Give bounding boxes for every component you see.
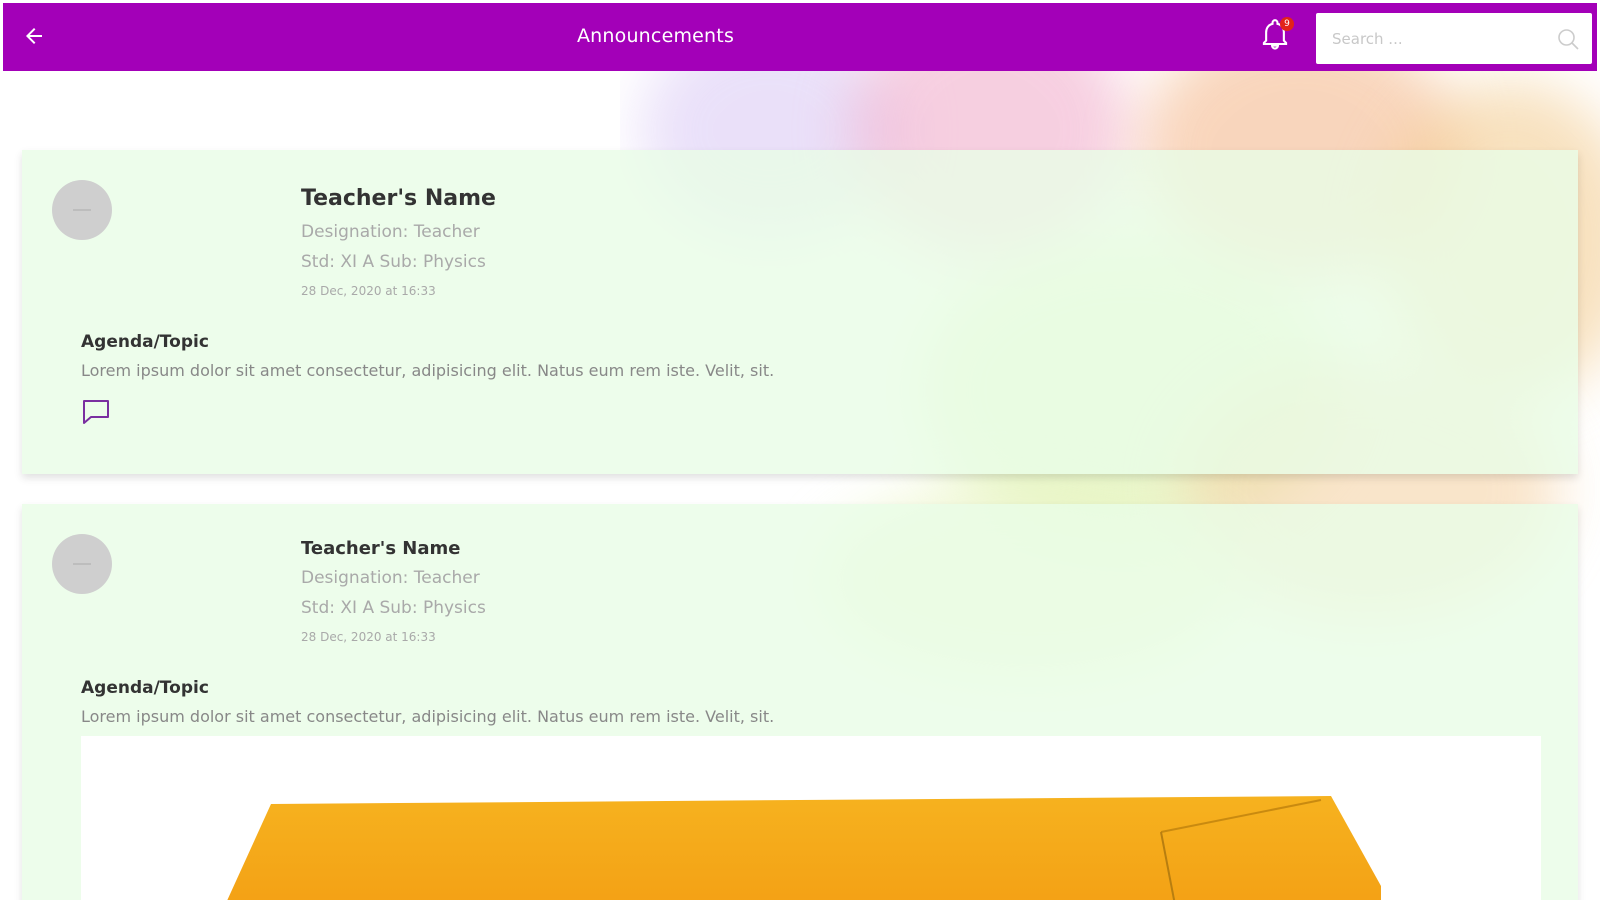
- notifications-button[interactable]: 9: [1260, 17, 1294, 53]
- teacher-designation: Designation: Teacher: [301, 222, 480, 242]
- avatar: [52, 534, 112, 594]
- search-input[interactable]: [1332, 29, 1552, 48]
- teacher-name: Teacher's Name: [301, 538, 461, 559]
- agenda-label: Agenda/Topic: [81, 332, 209, 352]
- comment-icon: [83, 400, 109, 424]
- arrow-left-icon: [26, 28, 42, 44]
- agenda-label: Agenda/Topic: [81, 678, 209, 698]
- notification-badge: 9: [1280, 17, 1294, 31]
- announcement-card: Teacher's Name Designation: Teacher Std:…: [22, 504, 1578, 900]
- attachment-image[interactable]: [81, 736, 1541, 900]
- class-subject: Std: XI A Sub: Physics: [301, 598, 486, 618]
- teacher-name: Teacher's Name: [301, 186, 496, 211]
- back-button[interactable]: [19, 21, 49, 51]
- agenda-text: Lorem ipsum dolor sit amet consectetur, …: [81, 707, 775, 726]
- agenda-text: Lorem ipsum dolor sit amet consectetur, …: [81, 361, 775, 380]
- avatar: [52, 180, 112, 240]
- search-icon[interactable]: [1556, 27, 1580, 51]
- envelope-image: [227, 796, 1381, 900]
- teacher-designation: Designation: Teacher: [301, 568, 480, 588]
- app-frame: Announcements 9 Teacher's Name Designati…: [0, 0, 1600, 900]
- announcement-card: Teacher's Name Designation: Teacher Std:…: [22, 150, 1578, 474]
- comment-button[interactable]: [81, 398, 111, 426]
- page-title: Announcements: [576, 25, 735, 47]
- post-date: 28 Dec, 2020 at 16:33: [301, 630, 436, 644]
- class-subject: Std: XI A Sub: Physics: [301, 252, 486, 272]
- post-date: 28 Dec, 2020 at 16:33: [301, 284, 436, 298]
- top-app-bar: Announcements 9: [3, 3, 1597, 71]
- search-box: [1316, 13, 1592, 64]
